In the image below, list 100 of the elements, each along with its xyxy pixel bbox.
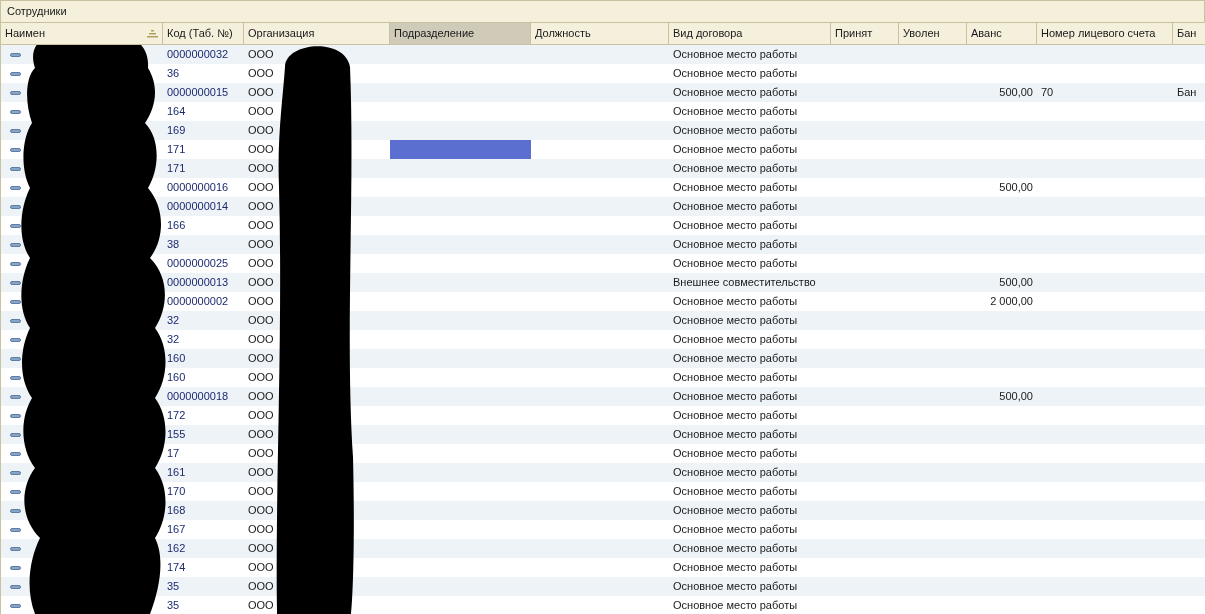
table-cell-text: 35: [167, 598, 180, 614]
table-cell-text: ООО: [248, 579, 274, 595]
table-cell-text: 160: [167, 351, 186, 367]
table-cell-text: 500,00: [999, 275, 1033, 291]
table-cell-text: ООО: [248, 161, 274, 177]
column-header[interactable]: Должность: [531, 23, 669, 44]
table-cell-text: 160: [167, 370, 186, 386]
table-cell-text: ООО: [248, 47, 274, 63]
table-cell-text: 0000000013: [167, 275, 229, 291]
table-cell-text: Основное место работы: [673, 598, 798, 614]
table-cell-text: ООО: [248, 541, 274, 557]
table-cell-text: 500,00: [999, 180, 1033, 196]
table-cell-text: 0000000014: [167, 199, 229, 215]
table-cell-text: 36: [167, 66, 180, 82]
table-cell-text: 32: [167, 332, 180, 348]
table-cell-text: ООО: [248, 275, 274, 291]
table-cell-text: ООО: [248, 104, 274, 120]
table-cell-text: Основное место работы: [673, 104, 798, 120]
row-icon: [10, 337, 21, 342]
table-cell-text: 155: [167, 427, 186, 443]
row-icon: [10, 52, 21, 57]
table-cell-text: Внешнее совместительство: [673, 275, 816, 291]
table-cell-text: Основное место работы: [673, 408, 798, 424]
table-cell-text: Основное место работы: [673, 237, 798, 253]
row-icon: [10, 242, 21, 247]
row-icon: [10, 432, 21, 437]
table-cell-text: ООО: [248, 256, 274, 272]
table-cell-text: 2 000,00: [990, 294, 1033, 310]
table-cell-text: 0000000015: [167, 85, 229, 101]
table-cell-text: Основное место работы: [673, 47, 798, 63]
row-icon: [10, 413, 21, 418]
table-cell-text: 0000000016: [167, 180, 229, 196]
column-header[interactable]: Аванс: [967, 23, 1037, 44]
row-icon: [10, 508, 21, 513]
table-cell-text: 70: [1041, 85, 1054, 101]
row-icon: [10, 299, 21, 304]
table-cell-text: ООО: [248, 332, 274, 348]
table-cell-text: 168: [167, 503, 186, 519]
table-cell-text: 500,00: [999, 85, 1033, 101]
table-cell-text: ООО: [248, 218, 274, 234]
table-cell-text: ООО: [248, 370, 274, 386]
table-cell-text: 32: [167, 313, 180, 329]
table-cell-text: 35: [167, 579, 180, 595]
row-icon: [10, 451, 21, 456]
table-cell-text: 164: [167, 104, 186, 120]
column-header[interactable]: Подразделение: [390, 23, 531, 44]
table-cell-text: Основное место работы: [673, 351, 798, 367]
table-cell-text: 174: [167, 560, 186, 576]
column-header[interactable]: Принят: [831, 23, 899, 44]
table-cell-text: 172: [167, 408, 186, 424]
column-header[interactable]: Уволен: [899, 23, 967, 44]
row-icon: [10, 489, 21, 494]
selected-cell[interactable]: [390, 140, 531, 159]
table-cell-text: Основное место работы: [673, 123, 798, 139]
row-icon: [10, 318, 21, 323]
table-cell-text: 38: [167, 237, 180, 253]
window-title: Сотрудники: [7, 4, 67, 20]
table-cell-text: ООО: [248, 503, 274, 519]
table-cell-text: Основное место работы: [673, 522, 798, 538]
row-icon: [10, 90, 21, 95]
table-cell-text: Основное место работы: [673, 161, 798, 177]
row-icon: [10, 204, 21, 209]
table-cell-text: Основное место работы: [673, 218, 798, 234]
table-cell-text: ООО: [248, 389, 274, 405]
row-icon: [10, 546, 21, 551]
column-header[interactable]: Номер лицевого счета: [1037, 23, 1173, 44]
table-cell-text: ООО: [248, 313, 274, 329]
row-icon: [10, 394, 21, 399]
table-cell-text: ООО: [248, 446, 274, 462]
table-cell-text: Основное место работы: [673, 256, 798, 272]
table-cell-text: 0000000032: [167, 47, 229, 63]
table-cell-text: ООО: [248, 351, 274, 367]
row-icon: [10, 109, 21, 114]
row-icon: [10, 356, 21, 361]
table-cell-text: ООО: [248, 294, 274, 310]
table-cell-text: 170: [167, 484, 186, 500]
table-cell-text: 169: [167, 123, 186, 139]
table-cell-text: ООО: [248, 237, 274, 253]
column-header[interactable]: Наимен: [1, 23, 163, 44]
row-icon: [10, 527, 21, 532]
row-icon: [10, 166, 21, 171]
table-cell-text: ООО: [248, 484, 274, 500]
table-cell-text: ООО: [248, 598, 274, 614]
table-cell-text: ООО: [248, 408, 274, 424]
table-cell-text: 162: [167, 541, 186, 557]
row-icon: [10, 147, 21, 152]
row-icon: [10, 565, 21, 570]
table-cell-text: Основное место работы: [673, 180, 798, 196]
table-cell-text: Основное место работы: [673, 66, 798, 82]
table-cell-text: 171: [167, 142, 186, 158]
table-cell-text: Основное место работы: [673, 541, 798, 557]
column-header[interactable]: Вид договора: [669, 23, 831, 44]
table-cell-text: Основное место работы: [673, 389, 798, 405]
table-cell-text: ООО: [248, 522, 274, 538]
table-cell-text: ООО: [248, 427, 274, 443]
row-icon: [10, 261, 21, 266]
column-header[interactable]: Бан: [1173, 23, 1205, 44]
table-cell-text: Основное место работы: [673, 427, 798, 443]
column-header[interactable]: Код (Таб. №): [163, 23, 244, 44]
table-cell-text: ООО: [248, 142, 274, 158]
